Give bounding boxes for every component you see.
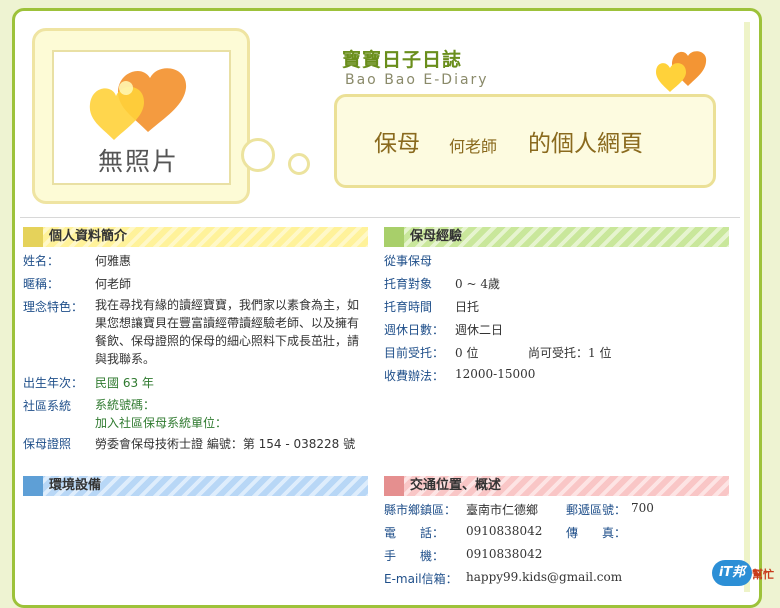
- philosophy-label: 理念特色：: [23, 300, 84, 314]
- ithome-badge[interactable]: iT邦: [712, 560, 752, 586]
- site-subtitle: Bao Bao E-Diary: [345, 72, 489, 88]
- right-stripe: [744, 22, 750, 592]
- system-code-label: 系統號碼：: [95, 398, 156, 412]
- available-value: 1 位: [588, 346, 612, 360]
- location-heading-text: 交通位置、概述: [410, 478, 502, 493]
- time-label: 托育時間: [384, 300, 433, 314]
- page-title-suffix: 的個人網頁: [528, 131, 643, 157]
- phone-value: 0910838042: [466, 524, 543, 538]
- work-label: 從事保母: [384, 254, 433, 268]
- join-unit-label: 加入社區保母系統單位：: [95, 416, 228, 430]
- nickname-label: 暱稱：: [23, 277, 60, 291]
- time-value: 日托: [455, 300, 480, 314]
- ithome-badge-suffix: 幫忙: [752, 568, 774, 581]
- district-value: 臺南市仁德鄉: [466, 503, 539, 517]
- available-label: 尚可受托：: [528, 346, 589, 360]
- section-heading-location: 交通位置、概述: [384, 476, 729, 496]
- section-heading-profile: 個人資料簡介: [23, 227, 368, 247]
- district-label: 縣市鄉鎮區：: [384, 503, 457, 517]
- environment-heading-text: 環境設備: [49, 478, 102, 493]
- rest-value: 週休二日: [455, 323, 504, 337]
- fee-value: 12000-15000: [455, 367, 536, 381]
- heading-marker: [384, 476, 404, 496]
- current-value: 0 位: [455, 346, 479, 360]
- current-label: 目前受托：: [384, 346, 445, 360]
- target-label: 托育對象: [384, 277, 433, 291]
- thought-bubble-small: [288, 153, 310, 175]
- philosophy-text: 我在尋找有緣的讀經寶寶，我們家以素食為主，如果您想讓寶貝在豐富讀經帶讀經驗老師、…: [95, 298, 360, 366]
- target-value: 0 ~ 4歲: [455, 277, 500, 291]
- license-label: 保母證照: [23, 437, 72, 451]
- no-photo-text: 無照片: [98, 147, 180, 176]
- heading-marker: [384, 227, 404, 247]
- heart-icon: [656, 51, 707, 92]
- birth-value: 民國 63 年: [95, 376, 154, 390]
- birth-label: 出生年次：: [23, 376, 84, 390]
- heart-logo-icon: [89, 68, 187, 140]
- mobile-value: 0910838042: [466, 547, 543, 561]
- thought-bubble-large: [241, 138, 275, 172]
- section-heading-environment: 環境設備: [23, 476, 368, 496]
- site-title: 寶寶日子日誌: [342, 49, 463, 71]
- license-value: 勞委會保母技術士證 編號：第 154 - 038228 號: [95, 437, 356, 451]
- zip-value: 700: [631, 501, 654, 515]
- email-value[interactable]: happy99.kids@gmail.com: [466, 570, 622, 584]
- email-label: E-mail信箱：: [384, 572, 458, 586]
- name-label: 姓名：: [23, 254, 60, 268]
- phone-label: 電 話：: [384, 526, 445, 540]
- mobile-label: 手 機：: [384, 549, 445, 563]
- name-value: 何雅惠: [95, 254, 132, 268]
- rest-label: 週休日數：: [384, 323, 445, 337]
- page-title-prefix: 保母: [374, 131, 420, 157]
- profile-heading-text: 個人資料簡介: [49, 229, 128, 244]
- nanny-name: 何老師: [449, 137, 498, 156]
- zip-label: 郵遞區號：: [566, 503, 627, 517]
- heading-marker: [23, 476, 43, 496]
- section-heading-experience: 保母經驗: [384, 227, 729, 247]
- heading-marker: [23, 227, 43, 247]
- divider: [20, 217, 740, 218]
- experience-heading-text: 保母經驗: [410, 229, 463, 244]
- nickname-value: 何老師: [95, 277, 132, 291]
- fax-label: 傳 真：: [566, 526, 627, 540]
- fee-label: 收費辦法：: [384, 369, 445, 383]
- community-label: 社區系統: [23, 399, 72, 413]
